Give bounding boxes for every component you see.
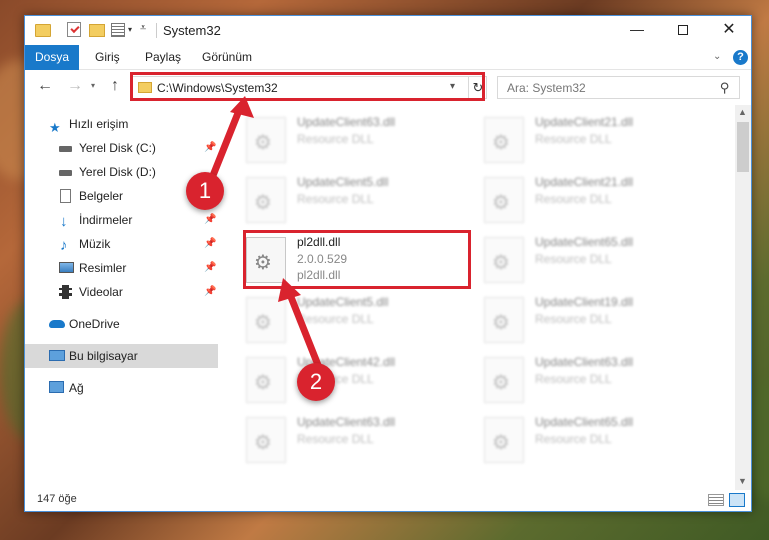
annotation-arrows	[208, 96, 322, 369]
arrow-2-shaft	[285, 288, 322, 369]
step-1-badge: 1	[186, 172, 224, 210]
arrow-2-head	[278, 278, 301, 302]
arrow-1-shaft	[208, 104, 244, 182]
step-2-badge: 2	[297, 363, 335, 401]
